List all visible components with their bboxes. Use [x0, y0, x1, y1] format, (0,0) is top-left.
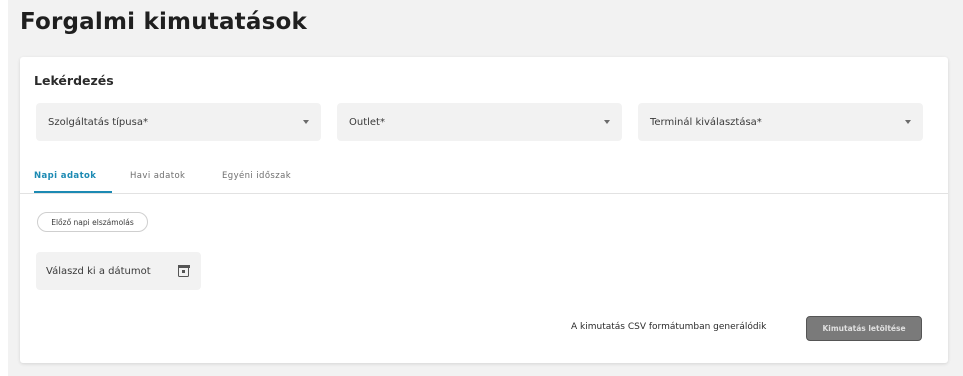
date-picker-placeholder: Válaszd ki a dátumot: [46, 265, 151, 277]
query-card: Lekérdezés Szolgáltatás típusa* Outlet* …: [20, 57, 948, 363]
tab-custom-period[interactable]: Egyéni időszak: [222, 171, 291, 181]
date-picker-field[interactable]: Válaszd ki a dátumot: [36, 252, 201, 290]
service-type-select[interactable]: Szolgáltatás típusa*: [36, 103, 321, 141]
tab-bar: Napi adatok Havi adatok Egyéni időszak: [20, 167, 948, 194]
tab-daily-data[interactable]: Napi adatok: [34, 171, 96, 181]
previous-day-settlement-chip[interactable]: Előző napi elszámolás: [37, 212, 148, 232]
terminal-select[interactable]: Terminál kiválasztása*: [638, 103, 923, 141]
outlet-select-label: Outlet*: [349, 116, 385, 128]
calendar-icon[interactable]: [177, 264, 190, 277]
page-background: Forgalmi kimutatások Lekérdezés Szolgált…: [8, 0, 963, 376]
card-title: Lekérdezés: [34, 73, 114, 88]
chevron-down-icon: [303, 120, 309, 124]
chevron-down-icon: [604, 120, 610, 124]
service-type-select-label: Szolgáltatás típusa*: [48, 116, 148, 128]
active-tab-indicator: [34, 191, 112, 193]
tab-monthly-data[interactable]: Havi adatok: [130, 171, 185, 181]
page-title: Forgalmi kimutatások: [20, 9, 307, 35]
outlet-select[interactable]: Outlet*: [337, 103, 622, 141]
chevron-down-icon: [905, 120, 911, 124]
download-report-button[interactable]: Kimutatás letöltése: [806, 316, 922, 341]
csv-format-note: A kimutatás CSV formátumban generálódik: [571, 322, 767, 332]
terminal-select-label: Terminál kiválasztása*: [650, 116, 762, 128]
